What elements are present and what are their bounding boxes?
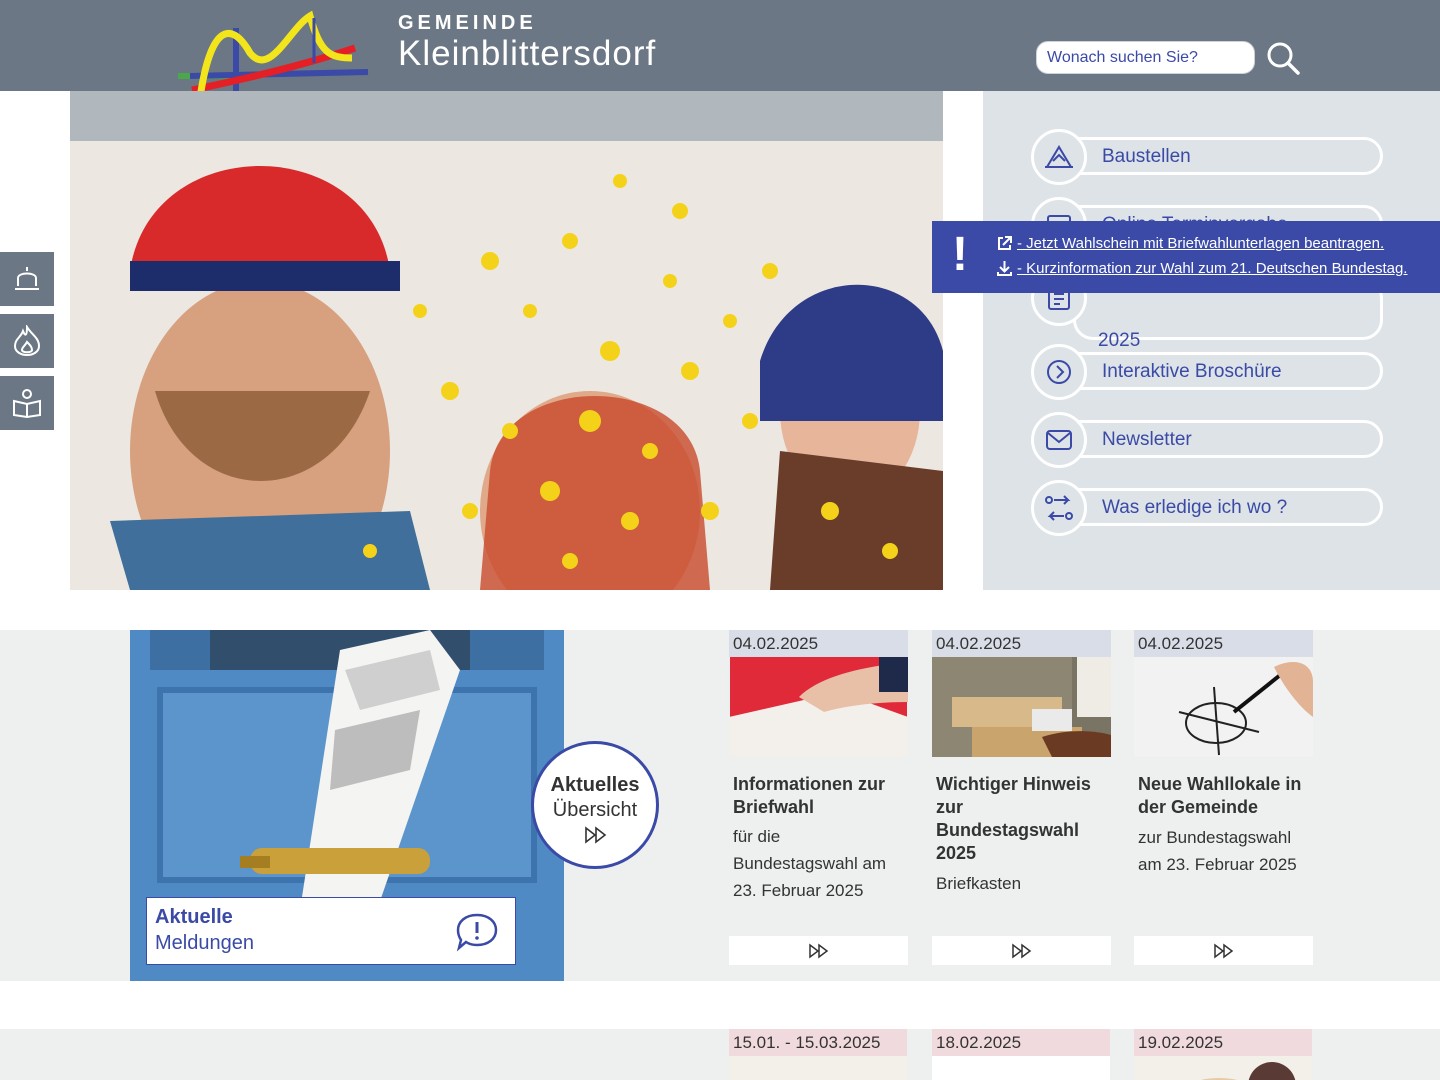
download-icon [997, 261, 1012, 276]
quick-link-broschuere[interactable]: Interaktive Broschüre [1031, 344, 1383, 400]
alert-link-label: - Jetzt Wahlschein mit Briefwahlunterlag… [1017, 235, 1385, 252]
construction-icon [1045, 145, 1073, 168]
quick-link-icon-circle [1031, 412, 1087, 468]
hero-photo [70, 91, 943, 590]
news-label-box[interactable]: Aktuelle Meldungen [146, 897, 516, 965]
news-card-subtitle: für die Bundestagswahl am 23. Februar 20… [733, 827, 887, 900]
ballot-cross-photo [1134, 657, 1313, 757]
news-card-more-button[interactable] [1134, 936, 1313, 965]
fast-forward-icon [808, 943, 828, 958]
quick-link-icon-circle [1031, 480, 1087, 536]
news-card-date: 04.02.2025 [1134, 630, 1313, 657]
fast-forward-icon [1011, 943, 1031, 958]
quick-link-label: Newsletter [1102, 429, 1192, 450]
alert-link-kurzinformation[interactable]: - Kurzinformation zur Wahl zum 21. Deuts… [996, 260, 1407, 277]
event-card-date: 19.02.2025 [1134, 1029, 1312, 1056]
flame-icon [13, 325, 41, 357]
search-input[interactable] [1036, 41, 1255, 74]
alert-exclamation-icon: ! [952, 228, 968, 281]
alert-link-wahlschein[interactable]: - Jetzt Wahlschein mit Briefwahlunterlag… [996, 235, 1384, 252]
fast-forward-icon [1213, 943, 1233, 958]
quick-link-newsletter[interactable]: Newsletter [1031, 412, 1383, 468]
overview-title: Aktuelles [550, 774, 640, 796]
side-button-alarm[interactable] [0, 252, 54, 306]
side-button-library[interactable] [0, 376, 54, 430]
external-link-icon [998, 236, 1012, 250]
overview-subtitle: Übersicht [552, 799, 638, 821]
news-card-title: Neue Wahllokale in der Gemeinde [1138, 774, 1302, 817]
event-card-image [1134, 1056, 1312, 1080]
hero-top-overlay [70, 91, 943, 141]
bell-icon [15, 267, 39, 290]
election-alert-banner: ! - Jetzt Wahlschein mit Briefwahlunterl… [932, 221, 1440, 293]
quick-link-icon-circle [1031, 344, 1087, 400]
news-overview-button[interactable]: Aktuelles Übersicht [531, 741, 659, 869]
news-card-title: Wichtiger Hinweis zur Bundestagswahl 202… [936, 774, 1091, 863]
news-card-more-button[interactable] [729, 936, 908, 965]
news-label-subtitle: Meldungen [155, 932, 254, 954]
news-card-title: Informationen zur Briefwahl [733, 774, 885, 817]
speech-bubble-exclamation-icon [456, 913, 498, 952]
event-card-date: 15.01. - 15.03.2025 [729, 1029, 907, 1056]
news-card-date: 04.02.2025 [729, 630, 908, 657]
hero-image-carnival [70, 91, 943, 590]
news-label-title: Aktuelle [155, 906, 233, 928]
side-button-fire[interactable] [0, 314, 54, 368]
route-icon [1045, 495, 1073, 521]
event-card-date: 18.02.2025 [932, 1029, 1110, 1056]
quick-link-label: Interaktive Broschüre [1102, 361, 1282, 382]
book-reader-icon [13, 389, 41, 419]
search-icon[interactable] [1266, 40, 1300, 76]
news-card-subtitle: zur Bundestagswahl am 23. Februar 2025 [1138, 828, 1297, 874]
quick-link-label: Baustellen [1102, 146, 1191, 167]
fast-forward-icon [585, 826, 607, 844]
quick-link-icon-circle [1031, 129, 1087, 185]
ballot-envelope-photo [729, 657, 908, 757]
event-card-3[interactable]: 19.02.2025 [1134, 1029, 1312, 1080]
event-card-image [729, 1056, 907, 1080]
news-card-image [729, 657, 908, 757]
news-card-image [932, 657, 1111, 757]
news-card-subtitle: Briefkasten [936, 874, 1022, 893]
quick-link-label: Was erledige ich wo ? [1102, 497, 1288, 518]
mailbox-letter-photo [932, 657, 1111, 757]
quick-link-baustellen[interactable]: Baustellen [1031, 129, 1383, 185]
news-card-image [1134, 657, 1313, 757]
chevron-right-circle-icon [1047, 360, 1071, 384]
brand-name: Kleinblittersdorf [398, 34, 657, 73]
event-card-2[interactable]: 18.02.2025 [932, 1029, 1110, 1080]
news-card-more-button[interactable] [932, 936, 1111, 965]
quick-link-was-erledige[interactable]: Was erledige ich wo ? [1031, 480, 1383, 536]
event-card-1[interactable]: 15.01. - 15.03.2025 [729, 1029, 907, 1080]
envelope-icon [1046, 430, 1072, 450]
brand-prefix: GEMEINDE [398, 12, 537, 34]
news-card-date: 04.02.2025 [932, 630, 1111, 657]
event-card-image [932, 1056, 1110, 1080]
event-photo [1201, 1062, 1296, 1080]
alert-link-label: - Kurzinformation zur Wahl zum 21. Deuts… [1017, 260, 1408, 277]
